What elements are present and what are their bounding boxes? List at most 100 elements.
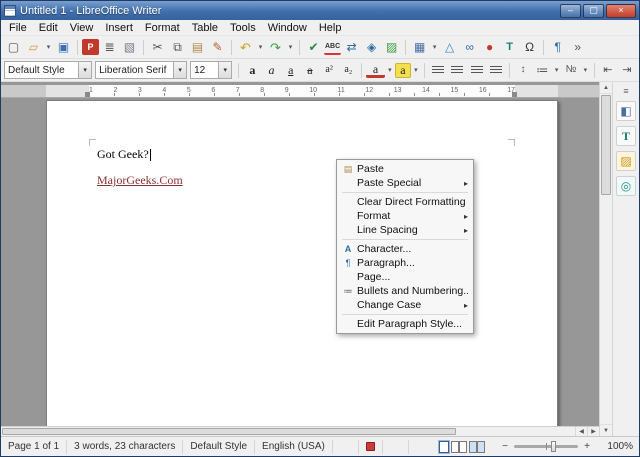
vscroll-track[interactable] [600, 196, 612, 424]
menu-window[interactable]: Window [262, 21, 313, 35]
context-menu-item-paste-special[interactable]: Paste Special ▸ [337, 176, 473, 190]
justify-icon[interactable] [487, 61, 505, 80]
find-replace-icon[interactable]: ⇄ [342, 38, 361, 57]
hyperlink-icon[interactable]: ∞ [460, 38, 479, 57]
highlighting-icon[interactable]: a [395, 63, 410, 78]
book-view-icon[interactable] [469, 441, 485, 453]
clone-formatting-icon[interactable]: ✎ [208, 38, 227, 57]
context-menu-item-clear-formatting[interactable]: Clear Direct Formatting [337, 195, 473, 209]
zoom-slider-thumb[interactable] [551, 441, 556, 452]
paste-icon[interactable]: ▤ [188, 38, 207, 57]
minimize-button[interactable]: – [560, 4, 581, 18]
context-menu-item-change-case[interactable]: Change Case ▸ [337, 298, 473, 312]
left-indent-marker[interactable] [85, 92, 90, 97]
page-style-status[interactable]: Default Style [183, 440, 255, 454]
save-icon[interactable]: ▣ [54, 38, 73, 57]
draw-functions-icon[interactable]: △ [440, 38, 459, 57]
table-dropdown-caret[interactable]: ▾ [430, 43, 439, 51]
context-menu-item-page[interactable]: Page... [337, 270, 473, 284]
menu-help[interactable]: Help [313, 21, 348, 35]
toolbar-overflow-icon[interactable]: » [568, 38, 587, 57]
vertical-scrollbar[interactable]: ▲ ▼ [599, 82, 612, 436]
sidebar-navigator-icon[interactable]: ◎ [616, 176, 636, 196]
vscroll-thumb[interactable] [601, 95, 611, 195]
line-spacing-icon[interactable]: ↕ [514, 61, 532, 80]
redo-icon[interactable]: ↷ [266, 38, 285, 57]
page-number-status[interactable]: Page 1 of 1 [1, 440, 67, 454]
strikethrough-icon[interactable]: a [301, 61, 319, 80]
context-menu-item-paragraph[interactable]: ¶ Paragraph... [337, 256, 473, 270]
increase-indent-icon[interactable]: ⇥ [618, 61, 636, 80]
font-size-caret-icon[interactable]: ▾ [218, 62, 231, 78]
spelling-icon[interactable]: ✔ [304, 38, 323, 57]
align-center-icon[interactable] [448, 61, 466, 80]
align-right-icon[interactable] [468, 61, 486, 80]
multi-page-view-icon[interactable] [451, 441, 467, 453]
context-menu-item-format[interactable]: Format ▸ [337, 209, 473, 223]
bullet-list-icon[interactable]: ≔ [533, 61, 551, 80]
close-button[interactable]: × [606, 4, 636, 18]
open-icon[interactable]: ▱ [24, 38, 43, 57]
document-viewport[interactable]: 1 2 3 4 5 6 7 8 9 10 11 12 13 14 15 16 1… [1, 82, 599, 436]
title-bar[interactable]: Untitled 1 - LibreOffice Writer – ▢ × [1, 1, 639, 20]
text-box-icon[interactable]: T [500, 38, 519, 57]
auto-spellcheck-icon[interactable]: ABC [324, 40, 341, 55]
highlighting-caret-icon[interactable]: ▾ [412, 66, 421, 74]
word-count-status[interactable]: 3 words, 23 characters [67, 440, 183, 454]
majorgeeks-hyperlink[interactable]: MajorGeeks.Com [97, 173, 183, 187]
scroll-up-icon[interactable]: ▲ [600, 82, 612, 94]
horizontal-ruler[interactable]: 1 2 3 4 5 6 7 8 9 10 11 12 13 14 15 16 1… [1, 85, 599, 98]
numbered-list-icon[interactable]: № [562, 61, 580, 80]
formatting-marks-icon[interactable]: ¶ [548, 38, 567, 57]
insert-mode-status[interactable] [333, 440, 359, 454]
bold-icon[interactable]: a [243, 61, 261, 80]
zoom-slider-track[interactable] [514, 445, 578, 448]
hscroll-thumb[interactable] [2, 428, 456, 435]
cut-icon[interactable]: ✂ [148, 38, 167, 57]
underline-icon[interactable]: a [282, 61, 300, 80]
menu-format[interactable]: Format [139, 21, 186, 35]
paragraph-style-caret-icon[interactable]: ▾ [78, 62, 91, 78]
align-left-icon[interactable] [429, 61, 447, 80]
horizontal-scrollbar[interactable]: ◀ ▶ [1, 426, 599, 436]
sidebar-properties-icon[interactable]: ◧ [616, 101, 636, 121]
sidebar-settings-icon[interactable]: ≡ [616, 85, 636, 96]
decrease-indent-icon[interactable]: ⇤ [599, 61, 617, 80]
menu-table[interactable]: Table [186, 21, 224, 35]
scroll-right-icon[interactable]: ▶ [587, 427, 599, 436]
subscript-icon[interactable]: a₂ [339, 61, 357, 80]
print-preview-icon[interactable]: ▧ [120, 38, 139, 57]
new-document-icon[interactable]: ▢ [4, 38, 23, 57]
right-indent-marker[interactable] [512, 92, 517, 97]
zoom-out-icon[interactable]: − [500, 441, 510, 452]
italic-icon[interactable]: a [262, 61, 280, 80]
print-icon[interactable]: ≣ [100, 38, 119, 57]
gallery-icon[interactable]: ▨ [382, 38, 401, 57]
scroll-left-icon[interactable]: ◀ [575, 427, 587, 436]
font-color-caret-icon[interactable]: ▾ [386, 66, 395, 74]
maximize-button[interactable]: ▢ [583, 4, 604, 18]
scroll-down-icon[interactable]: ▼ [600, 424, 612, 436]
undo-dropdown-caret[interactable]: ▾ [256, 43, 265, 51]
font-color-icon[interactable]: a [366, 62, 384, 78]
new-dropdown-caret[interactable]: ▾ [44, 43, 53, 51]
undo-icon[interactable]: ↶ [236, 38, 255, 57]
document-page[interactable]: Got Geek? MajorGeeks.Com [46, 100, 558, 436]
zoom-in-icon[interactable]: + [582, 441, 592, 452]
redo-dropdown-caret[interactable]: ▾ [286, 43, 295, 51]
document-text-line-2[interactable]: MajorGeeks.Com [97, 173, 183, 188]
navigator-icon[interactable]: ◈ [362, 38, 381, 57]
menu-tools[interactable]: Tools [224, 21, 262, 35]
menu-edit[interactable]: Edit [33, 21, 64, 35]
document-modified-status[interactable] [359, 440, 383, 454]
menu-file[interactable]: File [3, 21, 33, 35]
context-menu-item-line-spacing[interactable]: Line Spacing ▸ [337, 223, 473, 237]
insert-chart-icon[interactable]: ● [480, 38, 499, 57]
font-size-combo[interactable]: 12 ▾ [190, 61, 232, 79]
special-character-icon[interactable]: Ω [520, 38, 539, 57]
hscroll-track[interactable] [456, 427, 575, 436]
paragraph-style-combo[interactable]: Default Style ▾ [4, 61, 92, 79]
menu-insert[interactable]: Insert [99, 21, 139, 35]
context-menu-item-edit-paragraph-style[interactable]: Edit Paragraph Style... [337, 317, 473, 331]
document-text-line-1[interactable]: Got Geek? [97, 147, 151, 162]
